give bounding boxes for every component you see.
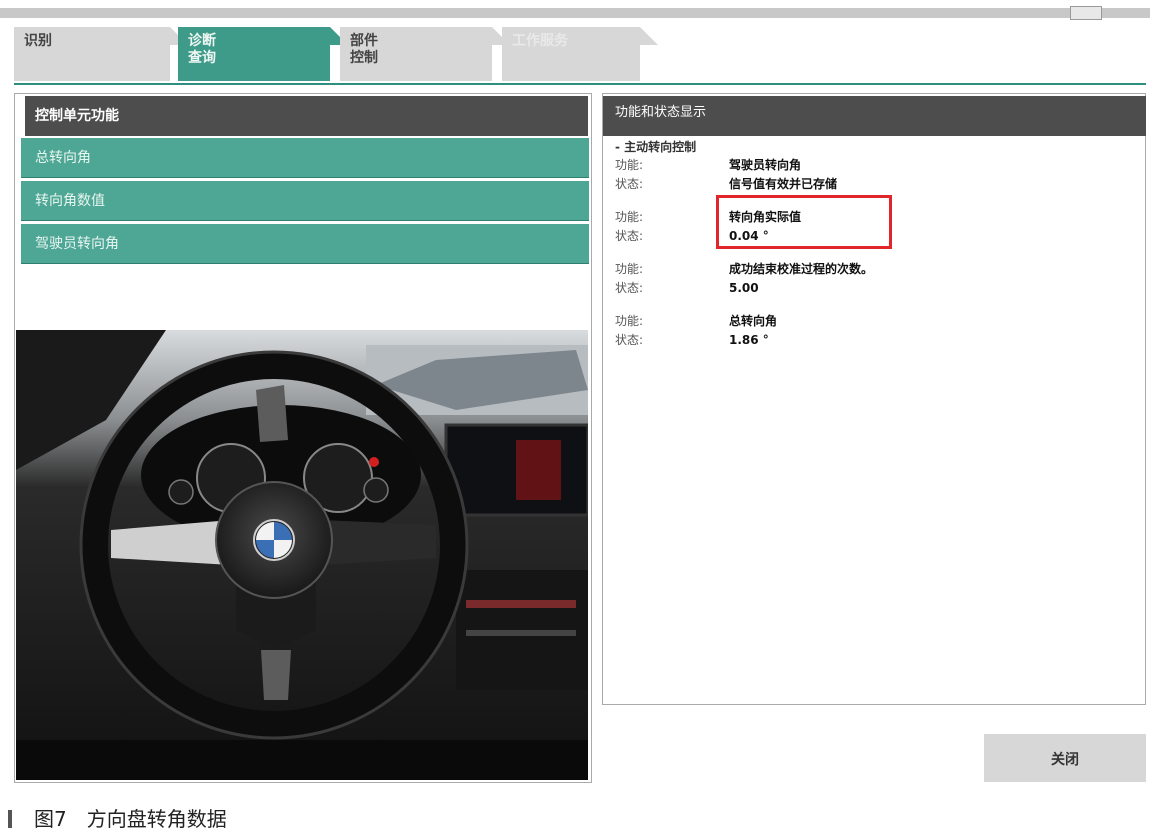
- tab-label-line2: 查询: [188, 50, 216, 66]
- status-label: 状态:: [615, 177, 644, 191]
- function-item-driver-steering-angle[interactable]: 驾驶员转向角: [21, 224, 589, 264]
- function-label: 功能:: [615, 210, 644, 224]
- status-row: 状态: 信号值有效并已存储: [615, 175, 1135, 194]
- tab-service[interactable]: 工作服务: [502, 27, 658, 81]
- status-label: 状态:: [615, 281, 644, 295]
- tab-label-line1: 诊断: [188, 33, 216, 49]
- panel-header: 控制单元功能: [25, 96, 588, 136]
- status-value: 5.00: [729, 281, 759, 295]
- function-item-steering-angle-value[interactable]: 转向角数值: [21, 181, 589, 221]
- tab-label: 识别: [24, 33, 52, 49]
- tab-diagnosis-query[interactable]: 诊断 查询: [178, 27, 348, 81]
- function-label: 功能:: [615, 262, 644, 276]
- caption-text: 图7 方向盘转角数据: [34, 807, 227, 831]
- window-top-strip: [0, 6, 1150, 20]
- steering-wheel-photo: [16, 330, 588, 780]
- tab-component-control[interactable]: 部件 控制: [340, 27, 510, 81]
- function-value: 驾驶员转向角: [729, 158, 802, 172]
- function-row: 功能: 成功结束校准过程的次数。: [615, 260, 1135, 279]
- function-row: 功能: 总转向角: [615, 312, 1135, 331]
- window-control-button[interactable]: [1070, 6, 1102, 20]
- function-value: 成功结束校准过程的次数。: [729, 262, 874, 276]
- tab-label-line2: 控制: [350, 50, 378, 66]
- status-row: 状态: 5.00: [615, 279, 1135, 298]
- status-value: 信号值有效并已存储: [729, 177, 838, 191]
- status-label: 状态:: [615, 229, 644, 243]
- status-row: 状态: 1.86 °: [615, 331, 1135, 350]
- caption-bar-icon: [8, 810, 12, 828]
- function-value: 总转向角: [729, 314, 778, 328]
- function-item-total-steering-angle[interactable]: 总转向角: [21, 138, 589, 178]
- group-title: - 主动转向控制: [615, 140, 697, 154]
- tab-label: 工作服务: [512, 33, 568, 49]
- function-status-panel: 功能和状态显示 - 主动转向控制 功能: 驾驶员转向角 状态: 信号值有效并已存…: [602, 93, 1146, 705]
- status-label: 状态:: [615, 333, 644, 347]
- function-row: 功能: 驾驶员转向角: [615, 156, 1135, 175]
- tab-label-line1: 部件: [350, 33, 378, 49]
- highlight-box: [716, 195, 892, 249]
- status-value: 1.86 °: [729, 333, 769, 347]
- function-label: 功能:: [615, 158, 644, 172]
- tab-underline: [14, 83, 1146, 85]
- figure-caption: 图7 方向盘转角数据: [8, 803, 227, 832]
- close-button[interactable]: 关闭: [984, 734, 1146, 782]
- function-label: 功能:: [615, 314, 644, 328]
- panel-header: 功能和状态显示: [603, 96, 1146, 136]
- tab-identification[interactable]: 识别: [14, 27, 188, 81]
